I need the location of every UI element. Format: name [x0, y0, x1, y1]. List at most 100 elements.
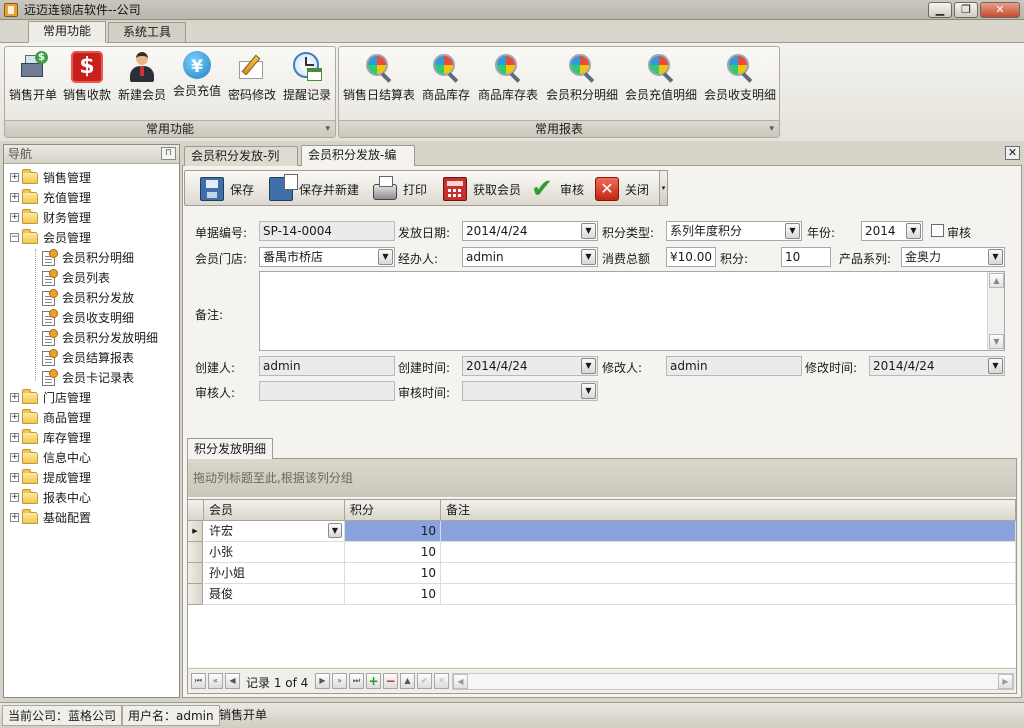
ribbon-tab-common[interactable]: 常用功能 [28, 21, 107, 43]
group-by-panel[interactable]: 拖动列标题至此,根据该列分组 [188, 459, 1016, 497]
toolbar-overflow-icon[interactable]: ▾ [659, 170, 668, 206]
expand-icon[interactable]: + [10, 493, 19, 502]
points-type-select[interactable]: 系列年度积分 ▼ [666, 221, 802, 241]
nav-item-info-center[interactable]: + 信息中心 [4, 448, 179, 468]
handler-select[interactable]: admin ▼ [462, 247, 598, 267]
nav-item-member-card-record[interactable]: 会员卡记录表 [4, 368, 179, 388]
tab-points-issue-edit[interactable]: 会员积分发放-编辑 [301, 145, 415, 181]
scroll-up-icon[interactable]: ▲ [989, 273, 1004, 288]
points-cell[interactable]: 10 [345, 521, 441, 542]
table-row[interactable]: ▶ 许宏 ▼ 10 [188, 521, 1016, 542]
minimize-button[interactable]: ▁ [928, 2, 952, 18]
table-row[interactable]: 小张 10 [188, 542, 1016, 563]
nav-item-member-list[interactable]: 会员列表 [4, 268, 179, 288]
member-cell[interactable]: 孙小姐 [204, 563, 345, 584]
nav-item-report-center[interactable]: + 报表中心 [4, 488, 179, 508]
first-record-icon[interactable]: ⏮ [191, 673, 206, 689]
table-row[interactable]: 聂俊 10 [188, 584, 1016, 605]
new-member-button[interactable]: 新建会员 [116, 51, 168, 113]
sales-payment-button[interactable]: $ 销售收款 [61, 51, 113, 113]
dropdown-arrow-icon[interactable]: ▼ [581, 383, 596, 399]
remark-cell[interactable] [441, 584, 1016, 605]
member-recharge-detail-button[interactable]: 会员充值明细 [623, 51, 699, 113]
next-record-icon[interactable]: ▶ [315, 673, 330, 689]
print-button[interactable]: 打印 [373, 175, 427, 203]
scroll-right-icon[interactable]: ▶ [998, 674, 1013, 689]
remark-scrollbar[interactable]: ▲ ▼ [987, 272, 1004, 350]
nav-item-recharge[interactable]: + 充值管理 [4, 188, 179, 208]
daily-sales-report-button[interactable]: 销售日结算表 [341, 51, 417, 113]
last-record-icon[interactable]: ⏭ [349, 673, 364, 689]
store-select[interactable]: 番禺市桥店 ▼ [259, 247, 395, 267]
column-header-member[interactable]: 会员 [204, 500, 345, 521]
ribbon-tab-system-tools[interactable]: 系统工具 [108, 22, 187, 42]
nav-item-member-points-issue[interactable]: 会员积分发放 [4, 288, 179, 308]
expand-icon[interactable]: + [10, 193, 19, 202]
restore-button[interactable]: ❐ [954, 2, 978, 18]
modifier-field[interactable]: admin [666, 356, 802, 376]
get-member-button[interactable]: 获取会员 [443, 175, 521, 203]
nav-item-base-config[interactable]: + 基础配置 [4, 508, 179, 528]
audit-checkbox[interactable] [931, 224, 944, 237]
group-launcher-icon[interactable]: ▾ [325, 121, 330, 137]
points-cell[interactable]: 10 [345, 542, 441, 563]
member-cell[interactable]: 许宏 ▼ [204, 521, 345, 542]
dropdown-arrow-icon[interactable]: ▼ [785, 223, 800, 239]
remark-cell[interactable] [441, 563, 1016, 584]
audit-button[interactable]: ✔ 审核 [530, 175, 584, 203]
dropdown-arrow-icon[interactable]: ▼ [328, 523, 342, 538]
tab-points-issue-detail[interactable]: 积分发放明细 [187, 438, 274, 459]
stock-report-button[interactable]: 商品库存表 [476, 51, 540, 113]
sales-order-button[interactable]: $ 销售开单 [7, 51, 59, 113]
nav-item-member-points-detail[interactable]: 会员积分明细 [4, 248, 179, 268]
product-series-select[interactable]: 金奥力 ▼ [901, 247, 1005, 267]
points-field[interactable]: 10 [781, 247, 831, 267]
expand-icon[interactable]: + [10, 213, 19, 222]
nav-item-commission[interactable]: + 提成管理 [4, 468, 179, 488]
member-cell[interactable]: 小张 [204, 542, 345, 563]
points-cell[interactable]: 10 [345, 563, 441, 584]
modified-time-field[interactable]: 2014/4/24 ▼ [869, 356, 1005, 376]
confirm-edit-icon[interactable]: ✔ [417, 673, 432, 689]
expand-icon[interactable]: + [10, 513, 19, 522]
dropdown-arrow-icon[interactable]: ▼ [906, 223, 921, 239]
remark-cell[interactable] [441, 542, 1016, 563]
expand-icon[interactable]: + [10, 453, 19, 462]
dropdown-arrow-icon[interactable]: ▼ [581, 223, 596, 239]
tab-points-issue-list[interactable]: 会员积分发放-列表 [184, 146, 298, 182]
column-header-remark[interactable]: 备注 [441, 500, 1016, 521]
next-page-icon[interactable]: » [332, 673, 347, 689]
delete-record-icon[interactable]: − [383, 673, 398, 689]
dropdown-arrow-icon[interactable]: ▼ [988, 249, 1003, 265]
prev-record-icon[interactable]: ◀ [225, 673, 240, 689]
group-launcher-icon[interactable]: ▾ [769, 121, 774, 137]
created-time-field[interactable]: 2014/4/24 ▼ [462, 356, 598, 376]
add-record-icon[interactable]: + [366, 673, 381, 689]
dropdown-arrow-icon[interactable]: ▼ [581, 358, 596, 374]
nav-item-product[interactable]: + 商品管理 [4, 408, 179, 428]
nav-item-sales[interactable]: + 销售管理 [4, 168, 179, 188]
member-recharge-button[interactable]: ¥ 会员充值 [171, 51, 223, 113]
bill-no-field[interactable]: SP-14-0004 [259, 221, 395, 241]
remark-cell[interactable] [441, 521, 1016, 542]
expand-icon[interactable]: + [10, 433, 19, 442]
edit-record-icon[interactable]: ▲ [400, 673, 415, 689]
dropdown-arrow-icon[interactable]: ▼ [988, 358, 1003, 374]
stock-button[interactable]: 商品库存 [421, 51, 471, 113]
audit-time-field[interactable]: ▼ [462, 381, 598, 401]
member-income-expense-button[interactable]: 会员收支明细 [702, 51, 778, 113]
expand-icon[interactable]: + [10, 393, 19, 402]
nav-item-finance[interactable]: + 财务管理 [4, 208, 179, 228]
close-window-button[interactable]: ✕ [980, 2, 1020, 18]
issue-date-field[interactable]: 2014/4/24 ▼ [462, 221, 598, 241]
save-and-new-button[interactable]: 保存并新建 [269, 174, 359, 203]
horizontal-scrollbar[interactable]: ◀ ▶ [452, 673, 1014, 690]
member-cell[interactable]: 聂俊 [204, 584, 345, 605]
points-cell[interactable]: 10 [345, 584, 441, 605]
nav-item-store[interactable]: + 门店管理 [4, 388, 179, 408]
save-button[interactable]: 保存 [200, 175, 254, 203]
creator-field[interactable]: admin [259, 356, 395, 376]
member-points-detail-button[interactable]: 会员积分明细 [544, 51, 620, 113]
expand-icon[interactable]: + [10, 473, 19, 482]
close-button[interactable]: ✕ 关闭 [595, 175, 649, 203]
